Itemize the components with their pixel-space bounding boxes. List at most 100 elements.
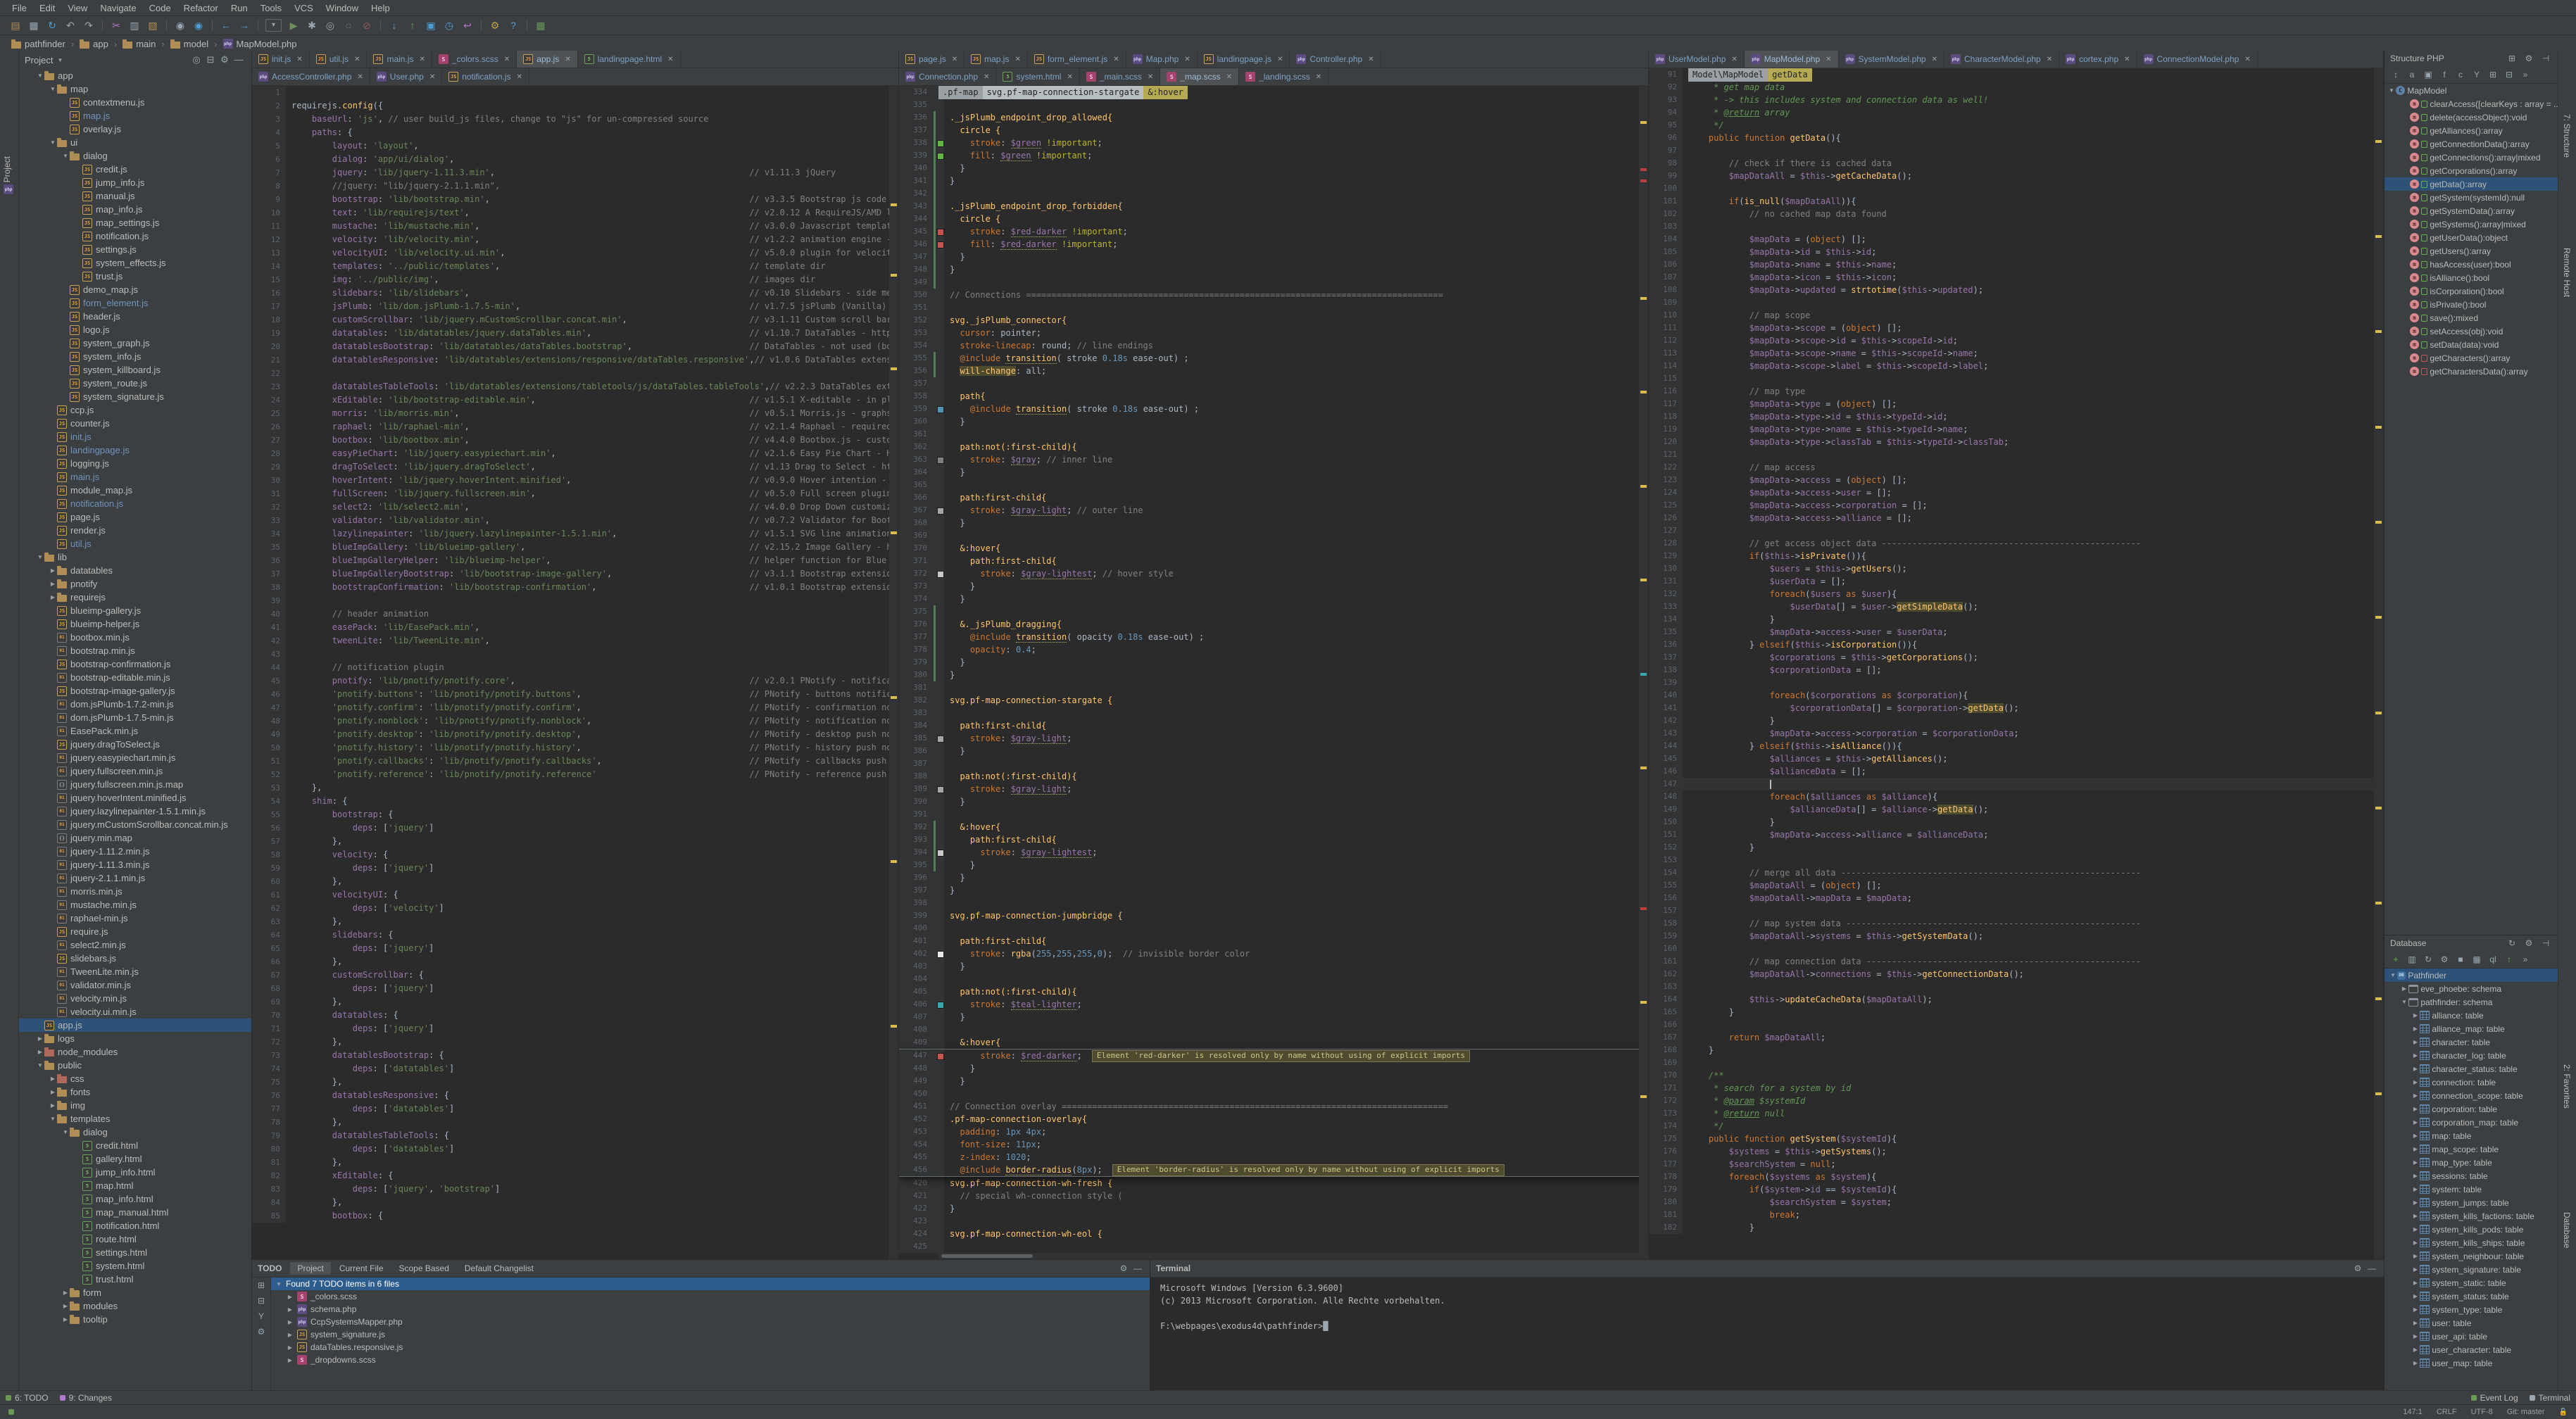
db-item-alliance_map[interactable]: ▶ alliance_map: table: [2385, 1022, 2558, 1035]
structure-method-getUserData[interactable]: m getUserData():object: [2385, 231, 2558, 244]
tree-item-notification.js[interactable]: JSnotification.js: [19, 229, 251, 243]
tree-item-credit.html[interactable]: 5credit.html: [19, 1139, 251, 1152]
db-item-user_character[interactable]: ▶ user_character: table: [2385, 1343, 2558, 1356]
terminal-title[interactable]: Terminal: [1156, 1263, 1190, 1273]
db-item-character_log[interactable]: ▶ character_log: table: [2385, 1049, 2558, 1062]
structure-method-save[interactable]: m save():mixed: [2385, 311, 2558, 324]
tree-item-credit.js[interactable]: JScredit.js: [19, 163, 251, 176]
structure-method-getConnectionData[interactable]: m getConnectionData():array: [2385, 137, 2558, 151]
db-item-system_jumps[interactable]: ▶ system_jumps: table: [2385, 1196, 2558, 1209]
settings-icon[interactable]: ⚙: [2522, 53, 2535, 63]
run-config-select[interactable]: ▾: [265, 19, 282, 32]
tab-cortex.php[interactable]: phpcortex.php✕: [2059, 51, 2137, 68]
tab-init.js[interactable]: JSinit.js✕: [252, 51, 310, 68]
close-tab-icon[interactable]: ✕: [1014, 56, 1020, 63]
tool-button-terminal[interactable]: Terminal: [2530, 1393, 2570, 1403]
run-icon[interactable]: ▶: [285, 20, 302, 32]
db-item-system_kills_factions[interactable]: ▶ system_kills_factions: table: [2385, 1209, 2558, 1223]
tool-stripe-7-structure[interactable]: 7: Structure: [2562, 114, 2572, 158]
db-item-system[interactable]: ▶ system: table: [2385, 1182, 2558, 1196]
tree-item-counter.js[interactable]: JScounter.js: [19, 417, 251, 430]
structure-method-getSystemData[interactable]: m getSystemData():array: [2385, 204, 2558, 217]
status-line-separator[interactable]: CRLF: [2437, 1408, 2457, 1416]
tree-item-render.js[interactable]: JSrender.js: [19, 524, 251, 537]
tree-item-form_element.js[interactable]: JSform_element.js: [19, 296, 251, 310]
tree-item-node_modules[interactable]: ▶node_modules: [19, 1045, 251, 1059]
tree-item-velocity.ui.min.js[interactable]: 01velocity.ui.min.js: [19, 1005, 251, 1018]
filter-icon[interactable]: Y: [258, 1311, 264, 1321]
db-item-character_status[interactable]: ▶ character_status: table: [2385, 1062, 2558, 1076]
close-tab-icon[interactable]: ✕: [296, 56, 302, 63]
tree-item-demo_map.js[interactable]: JSdemo_map.js: [19, 283, 251, 296]
vcs-commit-icon[interactable]: ↑: [404, 20, 421, 31]
plugin-sync-icon[interactable]: ▦: [532, 20, 549, 32]
todo-tab-project[interactable]: Project: [290, 1262, 330, 1275]
datasource-properties-icon[interactable]: ⚙: [2437, 954, 2451, 964]
error-stripe[interactable]: [2374, 68, 2383, 1259]
tree-item-system_signature.js[interactable]: JSsystem_signature.js: [19, 390, 251, 403]
show-inherited-icon[interactable]: ▣: [2421, 70, 2435, 80]
settings-icon[interactable]: ⚙: [218, 54, 232, 65]
tab-util.js[interactable]: JSutil.js✕: [310, 51, 367, 68]
breadcrumb-item-pathfinder[interactable]: pathfinder: [8, 39, 68, 49]
tab-ConnectionModel.php[interactable]: phpConnectionModel.php✕: [2137, 51, 2258, 68]
chevron-down-icon[interactable]: ▼: [57, 57, 63, 63]
vcs-history-icon[interactable]: ◷: [441, 20, 458, 32]
code-editor-appjs[interactable]: 12requirejs.config({3 baseUrl: 'js', // …: [252, 86, 898, 1259]
close-tab-icon[interactable]: ✕: [1316, 73, 1321, 81]
tree-item-system.html[interactable]: 5system.html: [19, 1259, 251, 1273]
menu-item-refactor[interactable]: Refactor: [177, 2, 225, 14]
tree-item-map_settings.js[interactable]: JSmap_settings.js: [19, 216, 251, 229]
menu-item-tools[interactable]: Tools: [254, 2, 288, 14]
structure-method-getSystem[interactable]: m getSystem(systemId):null: [2385, 191, 2558, 204]
db-item-map_scope[interactable]: ▶ map_scope: table: [2385, 1142, 2558, 1156]
menu-item-file[interactable]: File: [6, 2, 33, 14]
structure-method-delete[interactable]: m delete(accessObject):void: [2385, 111, 2558, 124]
vcs-update-icon[interactable]: ↓: [386, 20, 403, 31]
tool-button-6-todo[interactable]: 6: TODO: [6, 1393, 49, 1403]
tree-item-logs[interactable]: ▶logs: [19, 1032, 251, 1045]
paste-icon[interactable]: ▨: [144, 20, 161, 32]
status-vcs-branch[interactable]: Git: master: [2507, 1408, 2545, 1416]
tab-Map.php[interactable]: phpMap.php✕: [1126, 51, 1198, 68]
sort-visibility-icon[interactable]: ↕: [2389, 70, 2403, 80]
tree-item-EasePack.min.js[interactable]: 01EasePack.min.js: [19, 724, 251, 738]
tree-item-trust.html[interactable]: 5trust.html: [19, 1273, 251, 1286]
db-item-sessions[interactable]: ▶ sessions: table: [2385, 1169, 2558, 1182]
menu-item-vcs[interactable]: VCS: [288, 2, 320, 14]
tree-item-select2.min.js[interactable]: 01select2.min.js: [19, 938, 251, 952]
debug-icon[interactable]: ✱: [303, 20, 320, 32]
tool-stripe-remote-host[interactable]: Remote Host: [2562, 248, 2572, 297]
tree-item-jquery-1.11.2.min.js[interactable]: 01jquery-1.11.2.min.js: [19, 845, 251, 858]
status-encoding[interactable]: UTF-8: [2471, 1408, 2493, 1416]
terminal-output[interactable]: Microsoft Windows [Version 6.3.9600](c) …: [1150, 1278, 2384, 1391]
close-tab-icon[interactable]: ✕: [429, 73, 435, 81]
tree-item-blueimp-helper.js[interactable]: JSblueimp-helper.js: [19, 617, 251, 631]
code-editor-mapmodel[interactable]: 91 /**92 * get map data93 * -> this incl…: [1649, 68, 2383, 1259]
tree-item-settings.js[interactable]: JSsettings.js: [19, 243, 251, 256]
collapse-all-icon[interactable]: ⊟: [258, 1296, 265, 1306]
lock-icon[interactable]: 🔓: [2559, 1408, 2568, 1416]
close-tab-icon[interactable]: ✕: [419, 56, 425, 63]
close-tab-icon[interactable]: ✕: [1067, 73, 1072, 81]
close-tab-icon[interactable]: ✕: [2124, 56, 2130, 63]
menu-item-navigate[interactable]: Navigate: [94, 2, 142, 14]
db-item-system_status[interactable]: ▶ system_status: table: [2385, 1289, 2558, 1303]
tool-button-event-log[interactable]: Event Log: [2471, 1393, 2518, 1403]
close-tab-icon[interactable]: ✕: [1826, 56, 1831, 63]
tree-item-settings.html[interactable]: 5settings.html: [19, 1246, 251, 1259]
tree-item-bootbox.min.js[interactable]: 01bootbox.min.js: [19, 631, 251, 644]
tab-app.js[interactable]: JSapp.js✕: [517, 51, 577, 68]
replace-icon[interactable]: ◉: [190, 20, 207, 32]
db-item-user[interactable]: ▶ user: table: [2385, 1316, 2558, 1330]
back-icon[interactable]: ←: [218, 20, 234, 31]
todo-tab-current-file[interactable]: Current File: [332, 1262, 391, 1275]
tree-item-system_graph.js[interactable]: JSsystem_graph.js: [19, 336, 251, 350]
close-tab-icon[interactable]: ✕: [1226, 73, 1232, 81]
structure-method-getCharacters[interactable]: m getCharacters():array: [2385, 351, 2558, 365]
structure-method-getAlliances[interactable]: m getAlliances():array: [2385, 124, 2558, 137]
horizontal-scrollbar[interactable]: [938, 1253, 1639, 1259]
db-item-character[interactable]: ▶ character: table: [2385, 1035, 2558, 1049]
tree-item-notification.html[interactable]: 5notification.html: [19, 1219, 251, 1232]
todo-summary-row[interactable]: ▼Found 7 TODO items in 6 files: [271, 1278, 1150, 1290]
